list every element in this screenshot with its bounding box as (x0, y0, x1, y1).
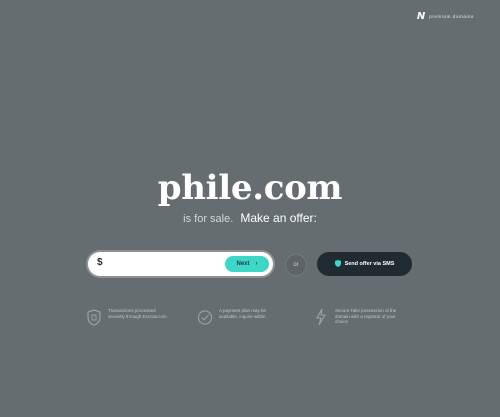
offer-amount-box[interactable]: $ Next › (88, 252, 273, 276)
currency-symbol: $ (97, 257, 103, 268)
brand-label: premium.domains (429, 14, 474, 19)
feature-text: Secure Take possession of the domain wit… (335, 308, 397, 324)
feature-escrow: Transactions processed securely through … (86, 308, 172, 326)
tagline: is for sale. Make an offer: (0, 211, 500, 225)
brand-logo[interactable]: N premium.domains (417, 11, 474, 22)
feature-payment-plan: A payment plan may be available, inquire… (197, 308, 283, 326)
tagline-prefix: is for sale. (183, 213, 234, 225)
chevron-right-icon: › (255, 261, 258, 267)
feature-text: A payment plan may be available, inquire… (219, 308, 267, 319)
shield-icon (334, 259, 341, 269)
next-button-label: Next (236, 261, 250, 267)
tagline-cta: Make an offer: (240, 211, 317, 225)
sms-button-label: Send offer via SMS (344, 261, 395, 267)
domain-title: phile.com (157, 168, 343, 208)
shield-icon (86, 308, 102, 326)
or-divider: or (285, 254, 307, 276)
send-offer-sms-button[interactable]: Send offer via SMS (317, 252, 412, 276)
logo-mark-icon: N (416, 11, 426, 22)
offer-amount-input[interactable] (108, 256, 222, 274)
feature-possession: Secure Take possession of the domain wit… (313, 308, 399, 326)
next-button[interactable]: Next › (225, 256, 269, 272)
lightning-icon (313, 308, 329, 326)
check-circle-icon (197, 308, 213, 326)
feature-text: Transactions processed securely through … (108, 308, 167, 319)
